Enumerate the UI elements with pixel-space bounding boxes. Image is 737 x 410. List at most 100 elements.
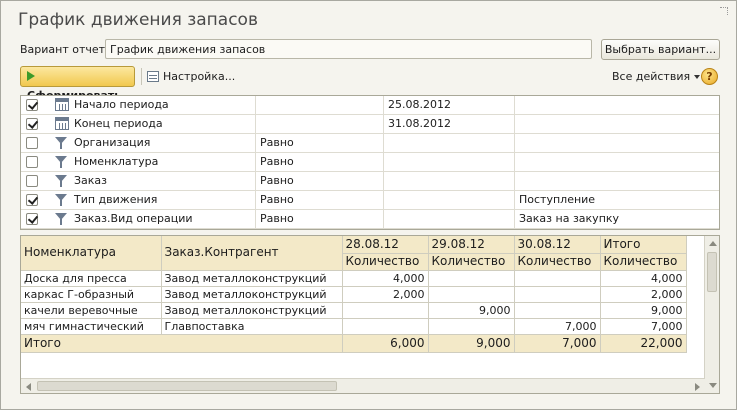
date-1-cell[interactable] <box>342 302 429 319</box>
header-date-3[interactable]: 30.08.12 <box>514 236 601 254</box>
use-checkbox[interactable] <box>26 194 38 206</box>
calendar-icon <box>55 117 69 130</box>
header-total[interactable]: Итого <box>600 236 687 254</box>
table-row[interactable]: каркас Г-образный Завод металлоконструкци… <box>21 286 687 303</box>
setting-condition[interactable]: Равно <box>255 153 383 171</box>
settings-row[interactable]: Заказ Равно <box>21 172 719 191</box>
contractor-cell[interactable]: Завод металлоконструкций <box>161 302 343 319</box>
total-cell[interactable]: 2,000 <box>600 286 687 303</box>
date-2-cell[interactable] <box>428 286 515 303</box>
setting-value-2[interactable] <box>514 134 719 152</box>
setting-value-2[interactable] <box>514 153 719 171</box>
setting-condition[interactable] <box>255 115 383 133</box>
settings-row[interactable]: Заказ.Вид операции Равно Заказ на закупку <box>21 210 719 229</box>
choose-variant-button[interactable]: Выбрать вариант... <box>601 39 720 60</box>
all-actions-menu[interactable]: Все действия <box>612 70 701 83</box>
total-cell[interactable]: 4,000 <box>600 270 687 287</box>
settings-row-name-cell: Номенклатура <box>51 153 255 171</box>
contractor-cell[interactable]: Завод металлоконструкций <box>161 286 343 303</box>
generate-button[interactable]: Сформировать <box>20 66 135 102</box>
setting-condition[interactable]: Равно <box>255 191 383 209</box>
settings-row[interactable]: Организация Равно <box>21 134 719 153</box>
date-2-cell[interactable] <box>428 270 515 287</box>
use-checkbox[interactable] <box>26 156 38 168</box>
header-measure-3[interactable]: Количество <box>514 253 601 271</box>
totals-label[interactable]: Итого <box>21 334 343 353</box>
header-date-2[interactable]: 29.08.12 <box>428 236 515 254</box>
scroll-left-icon[interactable] <box>26 383 31 391</box>
item-cell[interactable]: качели веревочные <box>21 302 162 319</box>
setting-value[interactable]: 31.08.2012 <box>383 115 514 133</box>
vertical-scroll-thumb[interactable] <box>707 252 717 292</box>
total-cell[interactable]: 7,000 <box>600 318 687 335</box>
header-contractor[interactable]: Заказ.Контрагент <box>161 236 343 271</box>
setting-value[interactable] <box>383 191 514 209</box>
setting-condition[interactable]: Равно <box>255 210 383 228</box>
total-cell[interactable]: 9,000 <box>600 302 687 319</box>
date-1-cell[interactable]: 2,000 <box>342 286 429 303</box>
use-checkbox[interactable] <box>26 213 38 225</box>
use-checkbox[interactable] <box>26 137 38 149</box>
use-checkbox[interactable] <box>26 99 38 111</box>
date-3-cell[interactable] <box>514 286 601 303</box>
settings-row[interactable]: Номенклатура Равно <box>21 153 719 172</box>
setting-value-2[interactable] <box>514 96 719 114</box>
settings-row[interactable]: Конец периода 31.08.2012 <box>21 115 719 134</box>
date-1-cell[interactable] <box>342 318 429 335</box>
setting-name: Организация <box>74 136 151 149</box>
vertical-scrollbar[interactable] <box>704 236 719 393</box>
setting-name: Начало периода <box>74 98 169 111</box>
toolbar-separator <box>141 68 142 85</box>
help-icon[interactable]: ? <box>701 68 718 85</box>
variant-field[interactable]: График движения запасов <box>105 39 592 59</box>
window-menu-icon[interactable] <box>720 7 728 15</box>
setting-value[interactable] <box>383 210 514 228</box>
settings-row-name-cell: Организация <box>51 134 255 152</box>
setting-condition[interactable] <box>255 96 383 114</box>
use-checkbox[interactable] <box>26 118 38 130</box>
contractor-cell[interactable]: Главпоставка <box>161 318 343 335</box>
totals-date-1[interactable]: 6,000 <box>342 334 429 353</box>
settings-row[interactable]: Начало периода 25.08.2012 <box>21 96 719 115</box>
scroll-down-icon[interactable] <box>709 383 717 388</box>
header-measure-1[interactable]: Количество <box>342 253 429 271</box>
table-row[interactable]: мяч гимнастический Главпоставка 7,000 7,000 <box>21 318 687 335</box>
setting-value[interactable] <box>383 172 514 190</box>
table-row[interactable]: Доска для пресса Завод металлоконструкций… <box>21 270 687 287</box>
item-cell[interactable]: каркас Г-образный <box>21 286 162 303</box>
setting-value-2[interactable]: Заказ на закупку <box>514 210 719 228</box>
setting-value-2[interactable] <box>514 172 719 190</box>
scroll-up-icon[interactable] <box>709 241 717 246</box>
date-3-cell[interactable] <box>514 302 601 319</box>
header-measure-2[interactable]: Количество <box>428 253 515 271</box>
header-measure-total[interactable]: Количество <box>600 253 687 271</box>
setting-value-2[interactable]: Поступление <box>514 191 719 209</box>
date-3-cell[interactable] <box>514 270 601 287</box>
header-date-1[interactable]: 28.08.12 <box>342 236 429 254</box>
setting-value-2[interactable] <box>514 115 719 133</box>
date-2-cell[interactable] <box>428 318 515 335</box>
date-3-cell[interactable]: 7,000 <box>514 318 601 335</box>
totals-date-2[interactable]: 9,000 <box>428 334 515 353</box>
date-2-cell[interactable]: 9,000 <box>428 302 515 319</box>
horizontal-scrollbar[interactable] <box>21 378 705 393</box>
setting-condition[interactable]: Равно <box>255 134 383 152</box>
item-cell[interactable]: Доска для пресса <box>21 270 162 287</box>
contractor-cell[interactable]: Завод металлоконструкций <box>161 270 343 287</box>
use-checkbox[interactable] <box>26 175 38 187</box>
totals-date-3[interactable]: 7,000 <box>514 334 601 353</box>
setting-value[interactable] <box>383 134 514 152</box>
date-1-cell[interactable]: 4,000 <box>342 270 429 287</box>
header-item[interactable]: Номенклатура <box>21 236 162 271</box>
setting-value[interactable] <box>383 153 514 171</box>
setting-condition[interactable]: Равно <box>255 172 383 190</box>
filter-icon <box>55 212 69 225</box>
horizontal-scroll-thumb[interactable] <box>37 381 337 391</box>
totals-grand[interactable]: 22,000 <box>600 334 687 353</box>
settings-button[interactable]: Настройка... <box>147 70 235 84</box>
setting-value[interactable]: 25.08.2012 <box>383 96 514 114</box>
scroll-right-icon[interactable] <box>695 383 700 391</box>
settings-row[interactable]: Тип движения Равно Поступление <box>21 191 719 210</box>
item-cell[interactable]: мяч гимнастический <box>21 318 162 335</box>
table-row[interactable]: качели веревочные Завод металлоконструкци… <box>21 302 687 319</box>
